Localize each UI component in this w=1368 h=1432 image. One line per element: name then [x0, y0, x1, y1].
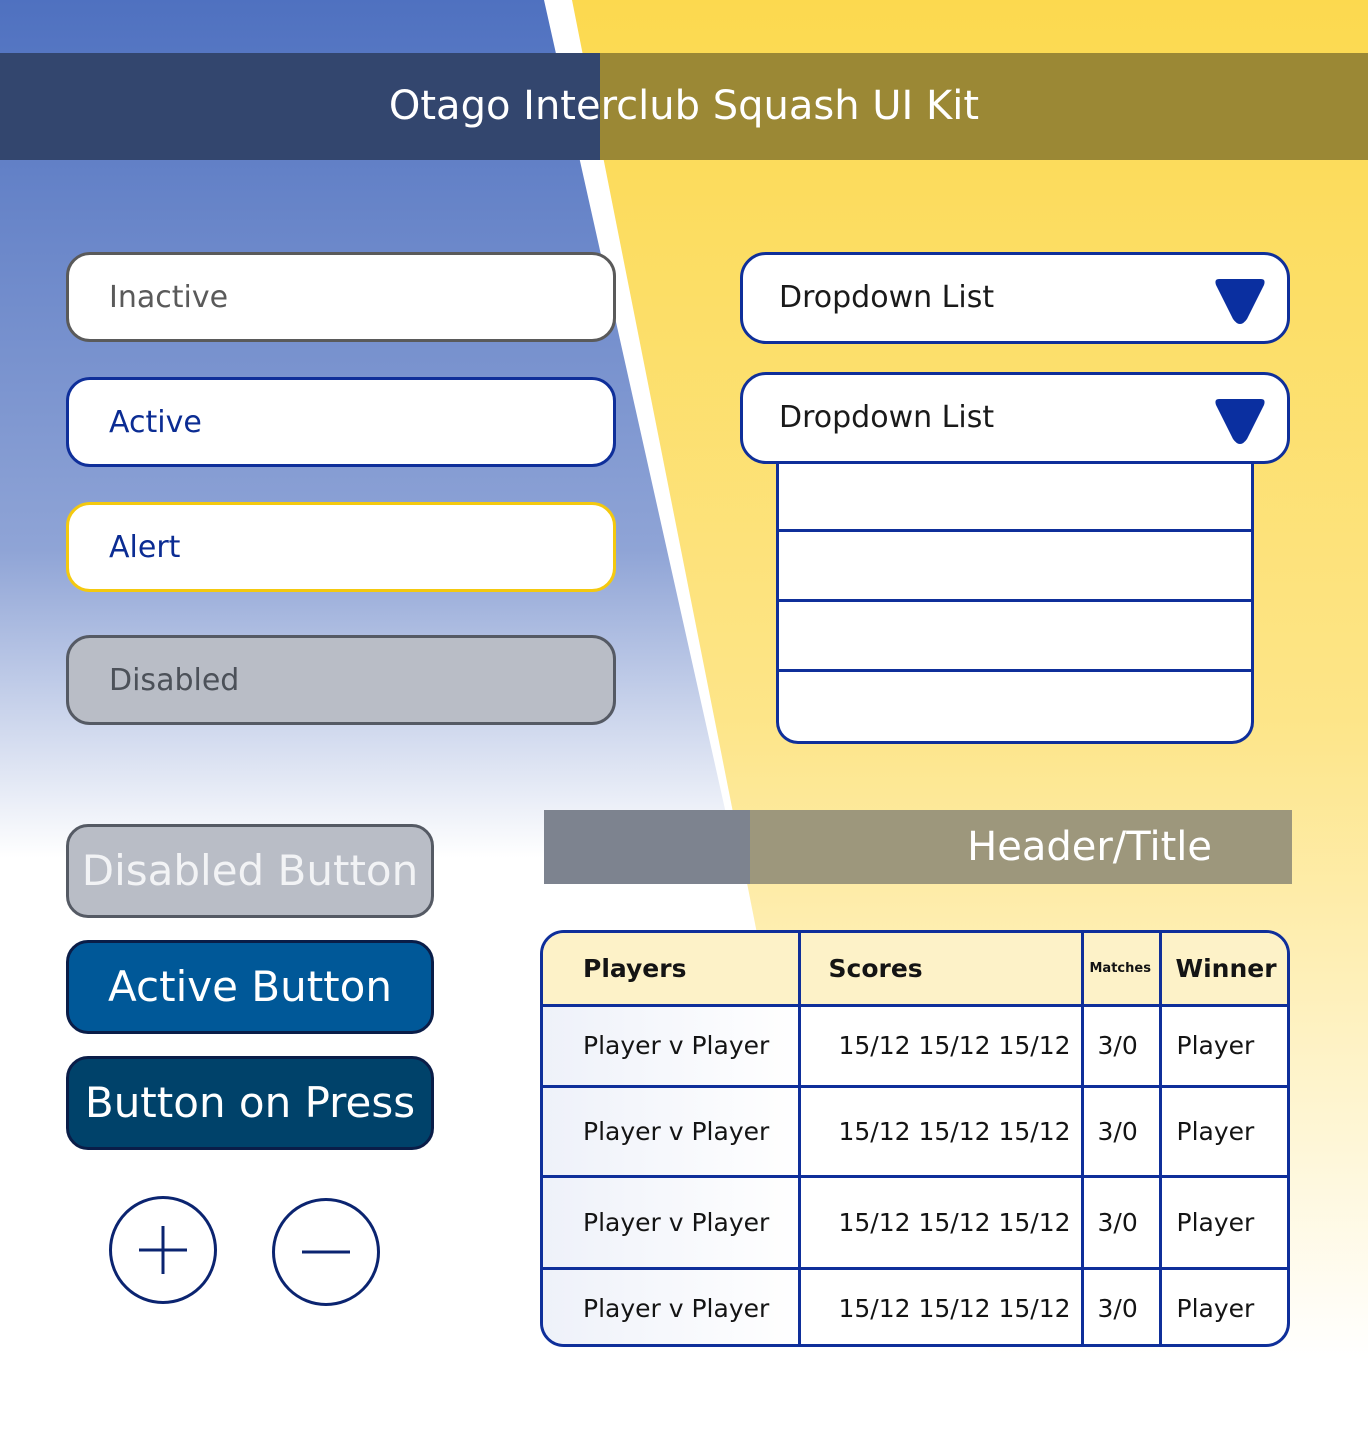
cell-scores: 15/12 15/12 15/12: [797, 1005, 1084, 1088]
dropdown-option[interactable]: [779, 672, 1251, 742]
dropdown-option[interactable]: [779, 462, 1251, 532]
cell-players: Player v Player: [543, 1084, 801, 1178]
app-title: Otago Interclub Squash UI Kit: [388, 83, 980, 129]
cell-matches: 3/0: [1080, 1084, 1162, 1178]
results-table-grid: Players Scores Matches Winner Player v P…: [543, 933, 1287, 1344]
results-table: Players Scores Matches Winner Player v P…: [540, 930, 1290, 1347]
cell-players: Player v Player: [543, 1174, 801, 1270]
dropdown-option[interactable]: [779, 532, 1251, 602]
column-header-matches[interactable]: Matches: [1080, 933, 1162, 1007]
plus-button[interactable]: [109, 1196, 217, 1304]
minus-icon: [302, 1250, 350, 1254]
pressed-button[interactable]: Button on Press: [66, 1056, 434, 1150]
table-row[interactable]: Player v Player 15/12 15/12 15/12 3/0 Pl…: [543, 1084, 1287, 1178]
cell-matches: 3/0: [1080, 1266, 1162, 1344]
section-header: Header/Title: [544, 810, 1292, 884]
alert-field[interactable]: Alert: [66, 502, 616, 592]
disabled-button: Disabled Button: [66, 824, 434, 918]
cell-matches: 3/0: [1080, 1174, 1162, 1270]
cell-players: Player v Player: [543, 1266, 801, 1344]
cell-players: Player v Player: [543, 1005, 801, 1088]
disabled-field: Disabled: [66, 635, 616, 725]
dropdown-options-list[interactable]: [776, 462, 1254, 744]
cell-winner: Player: [1158, 1266, 1287, 1344]
column-header-winner[interactable]: Winner: [1158, 933, 1287, 1007]
dropdown-open[interactable]: Dropdown List: [740, 372, 1290, 464]
cell-scores: 15/12 15/12 15/12: [797, 1174, 1084, 1270]
active-field[interactable]: Active: [66, 377, 616, 467]
cell-matches: 3/0: [1080, 1005, 1162, 1088]
section-header-text: Header/Title: [967, 824, 1212, 870]
cell-scores: 15/12 15/12 15/12: [797, 1084, 1084, 1178]
cell-winner: Player: [1158, 1084, 1287, 1178]
dropdown-option[interactable]: [779, 602, 1251, 672]
plus-icon: [139, 1226, 187, 1274]
table-row[interactable]: Player v Player 15/12 15/12 15/12 3/0 Pl…: [543, 1005, 1287, 1088]
title-bar: Otago Interclub Squash UI Kit: [0, 53, 1368, 160]
cell-scores: 15/12 15/12 15/12: [797, 1266, 1084, 1344]
minus-button[interactable]: [272, 1198, 380, 1306]
dropdown-closed[interactable]: Dropdown List: [740, 252, 1290, 344]
dropdown-label: Dropdown List: [779, 280, 995, 315]
dropdown-label: Dropdown List: [779, 400, 995, 435]
inactive-field[interactable]: Inactive: [66, 252, 616, 342]
chevron-down-icon: [1215, 279, 1265, 324]
column-header-scores[interactable]: Scores: [797, 933, 1084, 1007]
column-header-players[interactable]: Players: [543, 933, 801, 1007]
table-row[interactable]: Player v Player 15/12 15/12 15/12 3/0 Pl…: [543, 1266, 1287, 1344]
cell-winner: Player: [1158, 1005, 1287, 1088]
table-header-row: Players Scores Matches Winner: [543, 933, 1287, 1007]
cell-winner: Player: [1158, 1174, 1287, 1270]
table-row[interactable]: Player v Player 15/12 15/12 15/12 3/0 Pl…: [543, 1174, 1287, 1270]
active-button[interactable]: Active Button: [66, 940, 434, 1034]
chevron-down-icon: [1215, 399, 1265, 444]
